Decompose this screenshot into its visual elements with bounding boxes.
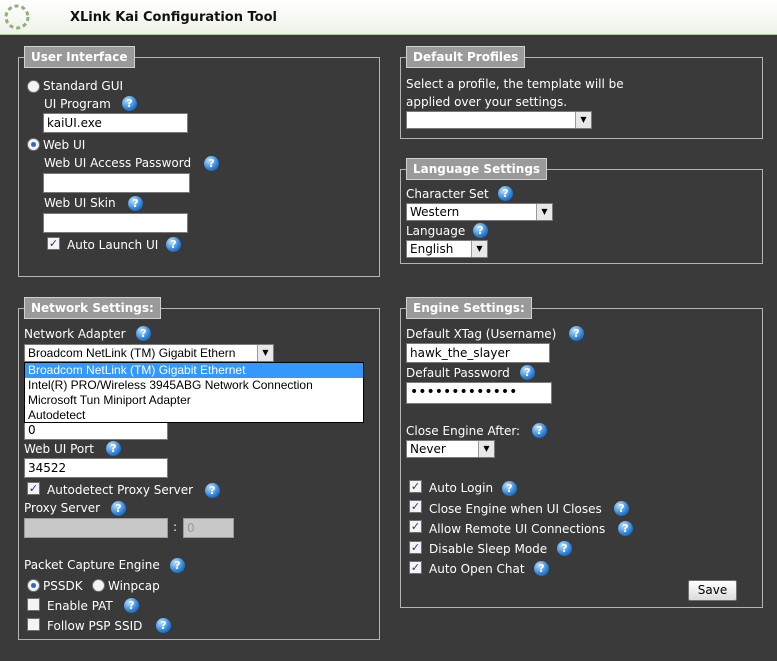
xtag-input[interactable]: hawk_the_slayer — [406, 343, 550, 363]
chevron-down-icon: ▼ — [478, 441, 494, 457]
web-ui-password-help-icon[interactable]: ? — [204, 156, 219, 171]
proxy-separator: : — [173, 520, 178, 534]
network-adapter-dropdown-list: Broadcom NetLink (TM) Gigabit Ethernet I… — [24, 362, 364, 423]
password-help-icon[interactable]: ? — [520, 365, 535, 380]
pssdk-radio[interactable] — [27, 579, 40, 592]
autodetect-proxy-checkbox[interactable]: ✓ — [27, 482, 40, 495]
web-ui-port-input[interactable]: 34522 — [24, 458, 168, 478]
adapter-option-broadcom[interactable]: Broadcom NetLink (TM) Gigabit Ethernet — [25, 363, 363, 378]
enable-pat-help-icon[interactable]: ? — [124, 598, 139, 613]
winpcap-label: Winpcap — [108, 579, 160, 593]
auto-launch-checkbox[interactable]: ✓ — [47, 237, 60, 250]
web-ui-skin-input[interactable] — [43, 213, 188, 233]
engine-settings-legend: Engine Settings: — [406, 297, 532, 319]
charset-select[interactable]: Western ▼ — [406, 203, 553, 221]
user-interface-legend: User Interface — [24, 46, 135, 68]
web-ui-label: Web UI — [43, 138, 86, 152]
adapter-option-tun[interactable]: Microsoft Tun Miniport Adapter — [25, 393, 363, 408]
pssdk-label: PSSDK — [43, 579, 83, 593]
auto-login-checkbox[interactable]: ✓ — [409, 480, 422, 493]
xlink-logo-icon — [4, 4, 30, 30]
language-settings-legend: Language Settings — [406, 158, 548, 180]
close-on-ui-checkbox[interactable]: ✓ — [409, 500, 422, 513]
charset-value: Western — [410, 205, 460, 219]
default-profile-select[interactable]: ▼ — [406, 111, 592, 129]
network-adapter-label: Network Adapter — [24, 327, 126, 341]
packet-capture-help-icon[interactable]: ? — [170, 558, 185, 573]
adapter-option-autodetect[interactable]: Autodetect — [25, 408, 363, 423]
auto-open-chat-checkbox[interactable]: ✓ — [409, 561, 422, 574]
chevron-down-icon: ▼ — [471, 241, 487, 257]
web-ui-skin-label: Web UI Skin — [44, 196, 116, 210]
proxy-port-input[interactable]: 0 — [183, 518, 234, 538]
charset-label: Character Set — [406, 187, 489, 201]
language-help-icon[interactable]: ? — [473, 223, 488, 238]
enable-pat-label: Enable PAT — [47, 599, 113, 613]
close-on-ui-help-icon[interactable]: ? — [614, 501, 629, 516]
packet-capture-label: Packet Capture Engine — [24, 558, 160, 572]
password-input[interactable]: ••••••••••••• — [406, 382, 552, 404]
charset-help-icon[interactable]: ? — [498, 186, 513, 201]
standard-gui-label: Standard GUI — [43, 79, 124, 93]
standard-gui-radio[interactable] — [27, 80, 40, 93]
default-profiles-desc-line1: Select a profile, the template will be — [406, 77, 624, 91]
close-after-label: Close Engine After: — [406, 424, 521, 438]
adapter-option-intel[interactable]: Intel(R) PRO/Wireless 3945ABG Network Co… — [25, 378, 363, 393]
default-profiles-desc-line2: applied over your settings. — [406, 95, 568, 109]
save-button[interactable]: Save — [688, 580, 737, 601]
language-label: Language — [406, 224, 466, 238]
winpcap-radio[interactable] — [92, 579, 105, 592]
network-adapter-help-icon[interactable]: ? — [136, 326, 151, 341]
language-value: English — [410, 242, 454, 256]
disable-sleep-help-icon[interactable]: ? — [557, 541, 572, 556]
web-ui-port-help-icon[interactable]: ? — [106, 441, 121, 456]
autodetect-proxy-label: Autodetect Proxy Server — [47, 483, 194, 497]
network-settings-legend: Network Settings: — [24, 297, 161, 319]
web-ui-radio[interactable] — [27, 138, 40, 151]
web-ui-password-label: Web UI Access Password — [44, 156, 192, 170]
disable-sleep-label: Disable Sleep Mode — [429, 542, 548, 556]
autodetect-proxy-help-icon[interactable]: ? — [205, 483, 220, 498]
auto-login-help-icon[interactable]: ? — [502, 481, 517, 496]
close-on-ui-label: Close Engine when UI Closes — [429, 502, 602, 516]
chevron-down-icon: ▼ — [536, 204, 552, 220]
xtag-help-icon[interactable]: ? — [569, 326, 584, 341]
password-label: Default Password — [406, 366, 510, 380]
web-ui-skin-help-icon[interactable]: ? — [128, 196, 143, 211]
ui-program-help-icon[interactable]: ? — [122, 96, 137, 111]
allow-remote-label: Allow Remote UI Connections — [429, 522, 606, 536]
close-after-select[interactable]: Never ▼ — [406, 440, 495, 458]
chevron-down-icon: ▼ — [575, 112, 591, 128]
partially-hidden-input[interactable]: 0 — [24, 420, 168, 440]
language-select[interactable]: English ▼ — [406, 240, 488, 258]
proxy-host-input[interactable] — [24, 518, 168, 538]
app-title: XLink Kai Configuration Tool — [70, 10, 277, 25]
follow-psp-checkbox[interactable] — [27, 618, 40, 631]
proxy-server-help-icon[interactable]: ? — [111, 501, 126, 516]
ui-program-label: UI Program — [44, 97, 111, 111]
close-after-value: Never — [410, 442, 446, 456]
auto-launch-label: Auto Launch UI — [67, 238, 159, 252]
network-adapter-select[interactable]: Broadcom NetLink (TM) Gigabit Ethern ▼ — [24, 344, 274, 362]
auto-login-label: Auto Login — [429, 481, 494, 495]
allow-remote-help-icon[interactable]: ? — [618, 521, 633, 536]
disable-sleep-checkbox[interactable]: ✓ — [409, 541, 422, 554]
chevron-down-icon: ▼ — [257, 345, 273, 361]
network-adapter-value: Broadcom NetLink (TM) Gigabit Ethern — [28, 346, 236, 360]
auto-open-chat-label: Auto Open Chat — [429, 562, 525, 576]
follow-psp-label: Follow PSP SSID — [47, 619, 143, 633]
close-after-help-icon[interactable]: ? — [532, 423, 547, 438]
web-ui-password-input[interactable] — [43, 173, 190, 193]
proxy-server-label: Proxy Server — [24, 501, 101, 515]
enable-pat-checkbox[interactable] — [27, 598, 40, 611]
title-bar: XLink Kai Configuration Tool — [0, 0, 777, 35]
ui-program-input[interactable]: kaiUI.exe — [43, 113, 188, 133]
allow-remote-checkbox[interactable]: ✓ — [409, 520, 422, 533]
auto-open-chat-help-icon[interactable]: ? — [534, 561, 549, 576]
auto-launch-help-icon[interactable]: ? — [166, 237, 181, 252]
follow-psp-help-icon[interactable]: ? — [156, 618, 171, 633]
default-profiles-legend: Default Profiles — [406, 46, 526, 68]
web-ui-port-label: Web UI Port — [24, 442, 94, 456]
xtag-label: Default XTag (Username) — [406, 327, 557, 341]
